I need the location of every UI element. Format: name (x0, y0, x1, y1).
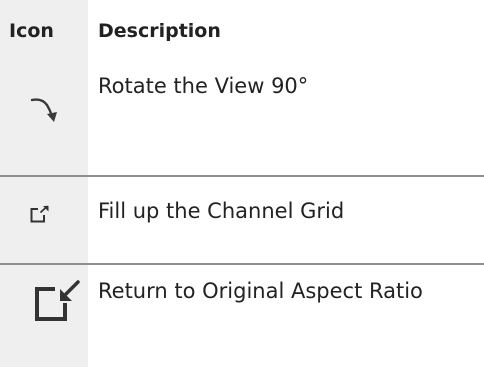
table-row: Rotate the View 90° (0, 62, 484, 175)
row-icon-cell (0, 62, 88, 175)
table-row: Fill up the Channel Grid (0, 177, 484, 263)
row-icon-cell (0, 177, 88, 263)
row-description: Rotate the View 90° (98, 74, 309, 98)
fill-grid-icon (30, 205, 49, 223)
table-row: Return to Original Aspect Ratio (0, 265, 484, 367)
table-header: Icon Description (0, 0, 484, 62)
icon-description-table: Icon Description Rotate the View 90° Fil… (0, 0, 484, 367)
row-description: Fill up the Channel Grid (98, 199, 345, 223)
original-aspect-icon (35, 280, 80, 321)
row-icon-cell (0, 265, 88, 367)
header-description-label: Description (98, 20, 221, 42)
header-icon-label: Icon (9, 20, 54, 42)
row-description: Return to Original Aspect Ratio (98, 279, 423, 303)
rotate-arrow-icon (30, 98, 57, 122)
